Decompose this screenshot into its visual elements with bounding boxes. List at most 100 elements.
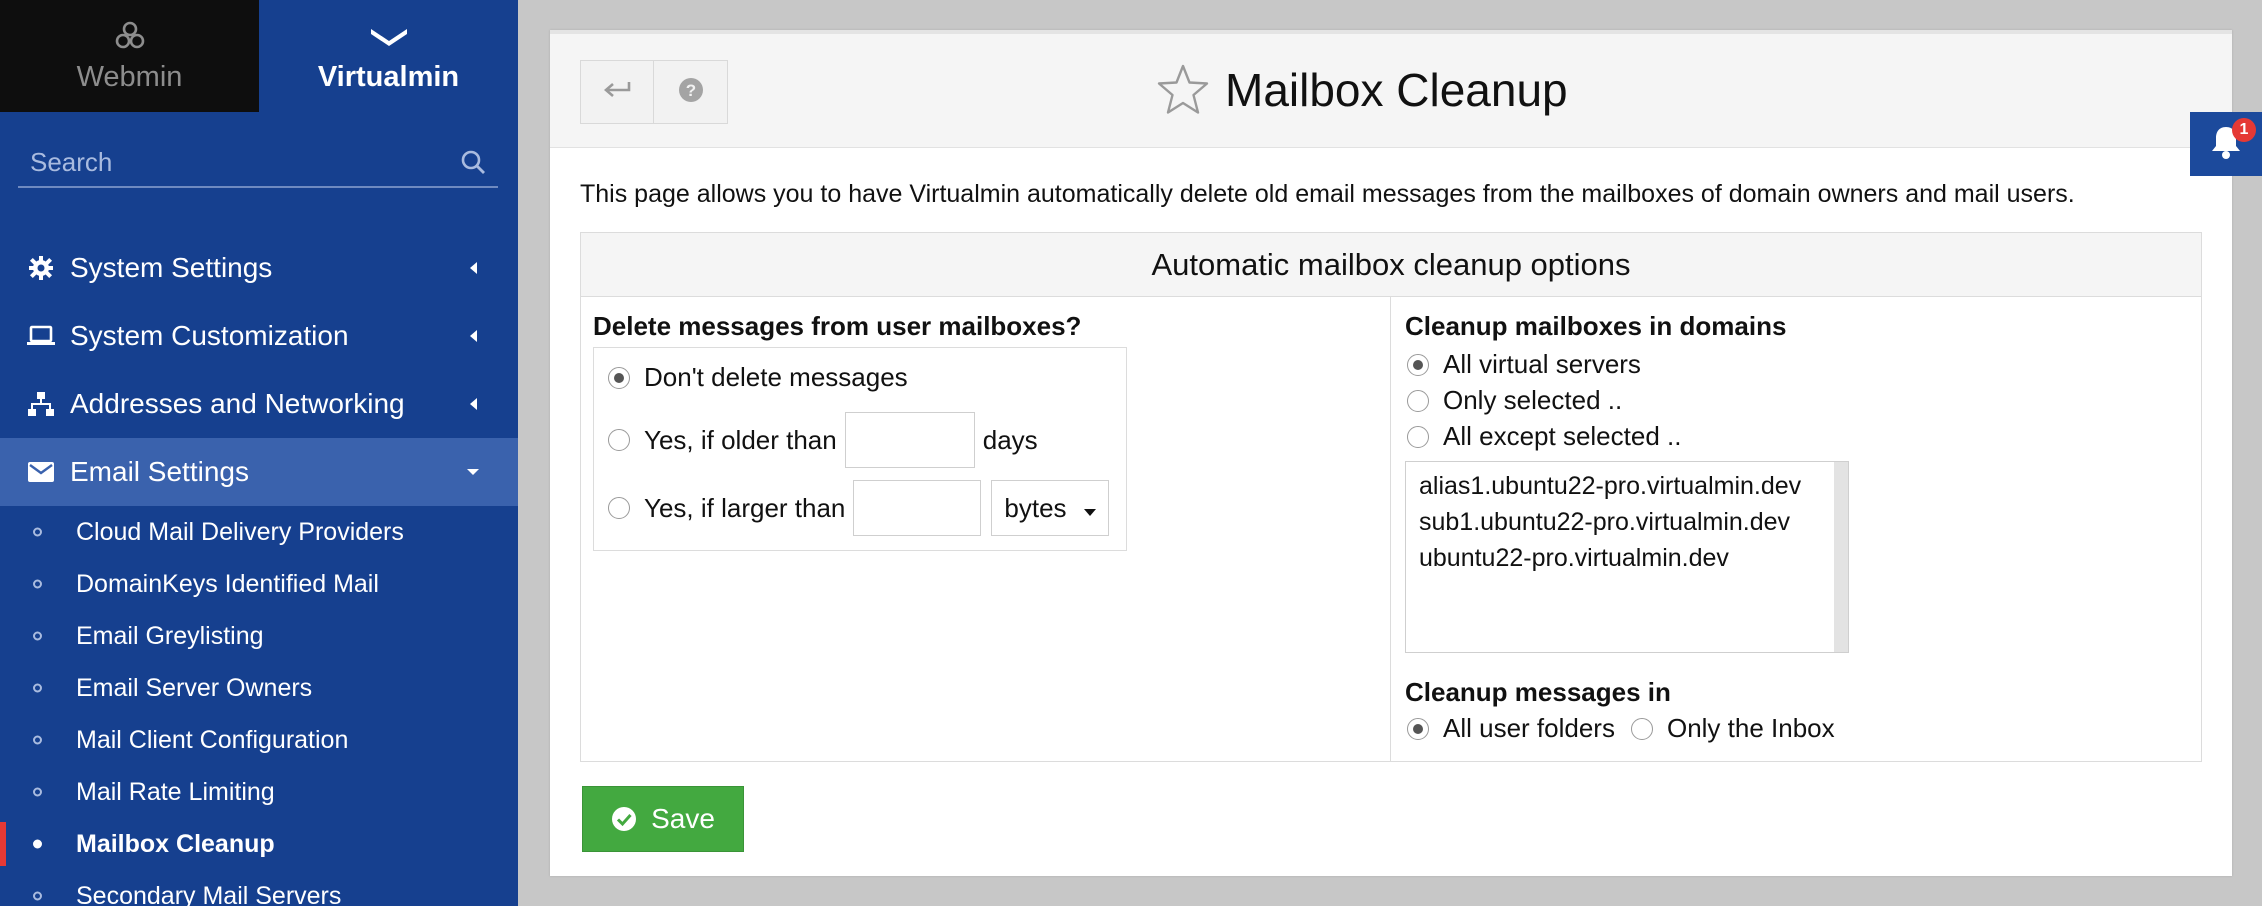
sidebar-subitem[interactable]: Email Greylisting	[0, 610, 518, 662]
sidebar-item-addresses-networking[interactable]: Addresses and Networking	[0, 370, 518, 438]
sidebar-subitem[interactable]: Email Server Owners	[0, 662, 518, 714]
radio-only-inbox[interactable]	[1630, 717, 1653, 740]
option-all-servers[interactable]: All virtual servers	[1407, 349, 1641, 380]
sidebar-subitem-active[interactable]: Mailbox Cleanup	[0, 818, 518, 870]
option-label: Only selected ..	[1443, 385, 1623, 415]
check-circle-icon	[611, 806, 637, 832]
sidebar-menu: System Settings System Customization Add…	[0, 234, 518, 906]
webmin-logo-icon	[112, 19, 148, 55]
sidebar-item-email-settings[interactable]: Email Settings	[0, 438, 518, 506]
radio-older-than[interactable]	[608, 429, 630, 451]
domains-section: Cleanup mailboxes in domains All virtual…	[1391, 297, 2201, 761]
network-icon	[26, 389, 56, 419]
sidebar-item-label: System Customization	[70, 320, 349, 351]
cleanup-domains-label: Cleanup mailboxes in domains	[1405, 311, 1787, 341]
back-button[interactable]	[580, 60, 654, 124]
caret-left-icon	[466, 329, 480, 343]
sidebar-subitem[interactable]: Cloud Mail Delivery Providers	[0, 506, 518, 558]
caret-left-icon	[466, 261, 480, 275]
sidebar-item-label: System Settings	[70, 252, 273, 283]
delete-messages-label: Delete messages from user mailboxes?	[593, 311, 1082, 341]
laptop-icon	[26, 321, 56, 351]
cleanup-options-table: Automatic mailbox cleanup options Delete…	[580, 232, 2202, 762]
main-panel: ? Mailbox Cleanup This page allows you t…	[550, 30, 2232, 876]
search-icon[interactable]	[458, 147, 488, 177]
radio-larger-than[interactable]	[608, 497, 630, 519]
tab-virtualmin[interactable]: Virtualmin	[259, 0, 518, 112]
list-item[interactable]: alias1.ubuntu22-pro.virtualmin.dev	[1406, 468, 1848, 504]
sidebar-item-system-customization[interactable]: System Customization	[0, 302, 518, 370]
sidebar-subitem-label: Mail Client Configuration	[76, 725, 349, 754]
size-unit-select[interactable]: bytes	[991, 480, 1110, 536]
sidebar: Webmin Virtualmin Search System Settings	[0, 0, 518, 906]
sidebar-subitem-label: Secondary Mail Servers	[76, 881, 342, 906]
radio-only-selected[interactable]	[1407, 389, 1429, 412]
list-item[interactable]: sub1.ubuntu22-pro.virtualmin.dev	[1406, 504, 1848, 540]
help-button[interactable]: ?	[654, 60, 728, 124]
listbox-scrollbar[interactable]	[1834, 462, 1848, 652]
active-marker	[0, 822, 6, 866]
option-all-folders[interactable]: All user folders Only the Inbox	[1407, 713, 1835, 744]
intro-text: This page allows you to have Virtualmin …	[580, 180, 2075, 208]
svg-text:?: ?	[685, 81, 695, 100]
gear-icon	[26, 253, 56, 283]
option-label: Don't delete messages	[644, 362, 908, 392]
days-unit: days	[982, 424, 1038, 455]
return-arrow-icon	[603, 80, 631, 105]
question-circle-icon: ?	[678, 77, 704, 108]
sidebar-subitem-label: Cloud Mail Delivery Providers	[76, 517, 404, 546]
caret-left-icon	[466, 397, 480, 411]
sidebar-subitem-label: Email Server Owners	[76, 673, 313, 702]
option-label: All user folders	[1443, 713, 1615, 743]
days-input[interactable]	[844, 412, 975, 468]
radio-all-except[interactable]	[1407, 425, 1429, 448]
tab-virtualmin-label: Virtualmin	[317, 60, 460, 93]
size-input[interactable]	[853, 480, 982, 536]
delete-options-box: Don't delete messages Yes, if older than…	[593, 347, 1127, 551]
notifications-button[interactable]: 1	[2190, 112, 2262, 176]
search-input[interactable]: Search	[18, 147, 458, 178]
sidebar-subitem[interactable]: DomainKeys Identified Mail	[0, 558, 518, 610]
radio-all-folders[interactable]	[1407, 717, 1429, 740]
page-title-text: Mailbox Cleanup	[1225, 64, 1568, 116]
sidebar-subitem[interactable]: Mail Client Configuration	[0, 714, 518, 766]
sidebar-subitem-label: Mail Rate Limiting	[76, 777, 275, 806]
delete-messages-section: Delete messages from user mailboxes? Don…	[581, 297, 1391, 761]
star-icon[interactable]	[1155, 62, 1211, 118]
list-item[interactable]: ubuntu22-pro.virtualmin.dev	[1406, 540, 1848, 576]
virtualmin-logo-icon	[369, 19, 409, 55]
tab-webmin[interactable]: Webmin	[0, 0, 259, 112]
bullet-icon	[33, 527, 42, 537]
bullet-icon	[33, 579, 42, 589]
header-button-group: ?	[580, 60, 728, 124]
bullet-icon	[33, 735, 42, 745]
bullet-icon	[33, 891, 42, 901]
radio-dont-delete[interactable]	[608, 366, 630, 389]
sidebar-subitem-label: DomainKeys Identified Mail	[76, 569, 379, 598]
caret-down-icon	[466, 465, 480, 479]
option-only-selected[interactable]: Only selected ..	[1407, 385, 1622, 416]
option-label: Only the Inbox	[1666, 713, 1835, 743]
sidebar-subitem[interactable]: Secondary Mail Servers	[0, 870, 518, 906]
options-heading: Automatic mailbox cleanup options	[581, 233, 2201, 297]
envelope-icon	[26, 457, 56, 487]
bullet-icon	[33, 683, 42, 693]
size-unit-value: bytes	[1004, 492, 1067, 523]
bullet-icon	[33, 631, 42, 641]
chevron-down-icon	[1084, 493, 1097, 524]
sidebar-item-system-settings[interactable]: System Settings	[0, 234, 518, 302]
option-older-than[interactable]: Yes, if older than days	[608, 412, 1038, 468]
save-button[interactable]: Save	[582, 786, 744, 852]
sidebar-subitem-label: Mailbox Cleanup	[76, 829, 275, 858]
option-all-except[interactable]: All except selected ..	[1407, 421, 1681, 452]
radio-all-servers[interactable]	[1407, 353, 1429, 376]
notification-count-badge: 1	[2232, 118, 2256, 142]
sidebar-subitem[interactable]: Mail Rate Limiting	[0, 766, 518, 818]
option-dont-delete[interactable]: Don't delete messages	[608, 362, 908, 393]
bullet-icon	[33, 839, 42, 849]
option-larger-than[interactable]: Yes, if larger than bytes	[608, 480, 1110, 536]
sidebar-search[interactable]: Search	[18, 138, 498, 188]
sidebar-item-label: Addresses and Networking	[70, 388, 405, 419]
product-switcher: Webmin Virtualmin	[0, 0, 518, 112]
domains-listbox[interactable]: alias1.ubuntu22-pro.virtualmin.dev sub1.…	[1405, 461, 1849, 653]
